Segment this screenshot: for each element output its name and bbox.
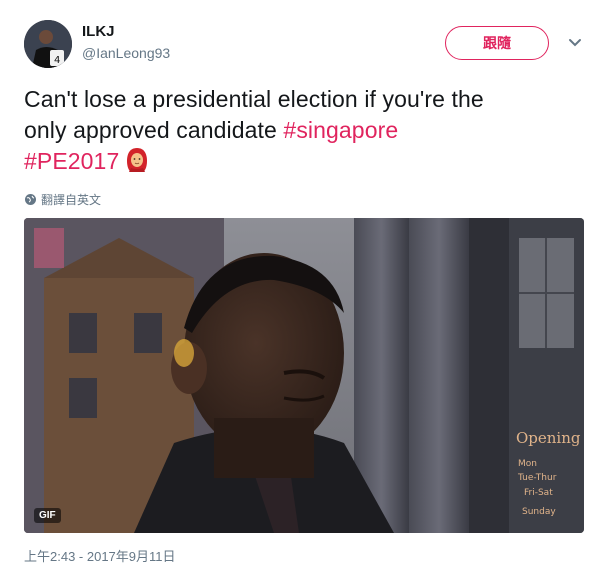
avatar[interactable]: 4: [24, 20, 72, 68]
tweet-text-line1: Can't lose a presidential election if yo…: [24, 86, 484, 112]
translate-link[interactable]: 翻譯自英文: [24, 191, 101, 208]
woman-with-headscarf-icon: [127, 148, 148, 172]
display-name[interactable]: ILKJ: [82, 23, 115, 40]
hashtag-pe2017-link[interactable]: #PE2017: [24, 148, 119, 174]
follow-button[interactable]: 跟隨: [445, 26, 549, 60]
svg-text:Fri-Sat: Fri-Sat: [524, 488, 553, 498]
svg-text:Tue-Thur: Tue-Thur: [517, 473, 557, 483]
avatar-image: 4: [24, 20, 72, 68]
tweet-timestamp[interactable]: 上午2:43 - 2017年9月11日: [24, 546, 176, 565]
svg-text:Mon: Mon: [518, 459, 537, 469]
chevron-down-icon[interactable]: [568, 38, 582, 48]
tweet-text-line2: only approved candidate: [24, 117, 284, 143]
svg-text:Sunday: Sunday: [522, 507, 556, 517]
hashtag-singapore-link[interactable]: #singapore: [283, 117, 398, 143]
svg-text:Opening: Opening: [516, 429, 581, 447]
globe-icon: [25, 194, 36, 205]
gif-badge: GIF: [34, 508, 61, 523]
tweet-text: Can't lose a presidential election if yo…: [24, 84, 584, 177]
username-handle[interactable]: @IanLeong93: [82, 45, 170, 61]
translate-label: 翻譯自英文: [41, 193, 102, 207]
gif-image: Opening Mon Tue-Thur Fri-Sat Sunday: [24, 218, 584, 533]
svg-text:4: 4: [54, 55, 60, 66]
gif-media[interactable]: Opening Mon Tue-Thur Fri-Sat Sunday GIF: [24, 218, 584, 533]
